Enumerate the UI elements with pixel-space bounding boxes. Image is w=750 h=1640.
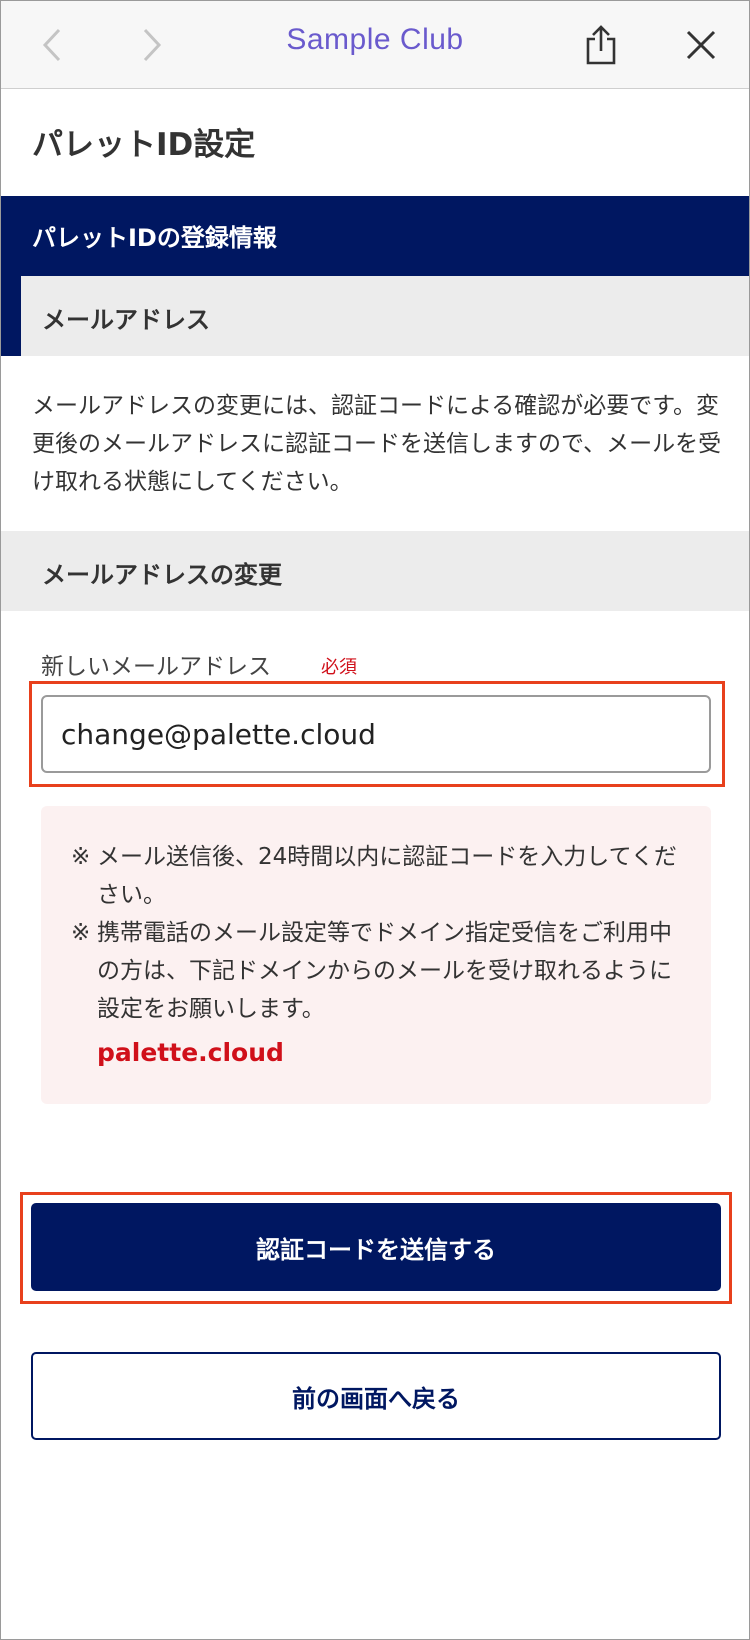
notice-box: ※ メール送信後、24時間以内に認証コードを入力してください。 ※ 携帯電話のメ…: [41, 806, 711, 1104]
app-frame: Sample Club パレットID設定 パレットIDの登録情報 メールアドレス…: [0, 0, 750, 1640]
close-button[interactable]: [677, 21, 725, 69]
notice-mark: ※: [71, 844, 91, 870]
send-code-button[interactable]: 認証コードを送信する: [31, 1203, 721, 1291]
site-title: Sample Club: [286, 23, 464, 56]
page-title: パレットID設定: [32, 127, 256, 163]
notice-mark: ※: [71, 920, 91, 946]
new-email-label: 新しいメールアドレス: [41, 654, 271, 680]
notice-text-2: 携帯電話のメール設定等でドメイン指定受信をご利用中の方は、下記ドメインからのメー…: [97, 920, 672, 1022]
notice-line-1: ※ メール送信後、24時間以内に認証コードを入力してください。: [71, 838, 691, 914]
section-accent-bar: [1, 276, 21, 356]
new-email-input[interactable]: [41, 695, 711, 773]
email-subheader-label: メールアドレス: [42, 306, 210, 334]
back-to-previous-button[interactable]: 前の画面へ戻る: [31, 1352, 721, 1440]
section-title: パレットIDの登録情報: [32, 224, 277, 252]
email-subheader: メールアドレス: [21, 276, 749, 356]
share-icon: [586, 25, 616, 65]
notice-text-1: メール送信後、24時間以内に認証コードを入力してください。: [97, 844, 677, 908]
browser-toolbar: Sample Club: [1, 1, 749, 89]
email-change-subheader: メールアドレスの変更: [1, 531, 749, 611]
close-icon: [686, 30, 716, 60]
email-change-subheader-label: メールアドレスの変更: [42, 561, 282, 589]
section-header: パレットIDの登録情報: [1, 196, 749, 276]
email-description: メールアドレスの変更には、認証コードによる確認が必要です。変更後のメールアドレス…: [32, 393, 722, 495]
notice-line-2: ※ 携帯電話のメール設定等でドメイン指定受信をご利用中の方は、下記ドメインからの…: [71, 914, 691, 1028]
share-button[interactable]: [577, 21, 625, 69]
notice-domain: palette.cloud: [97, 1038, 284, 1067]
required-badge: 必須: [321, 657, 357, 678]
